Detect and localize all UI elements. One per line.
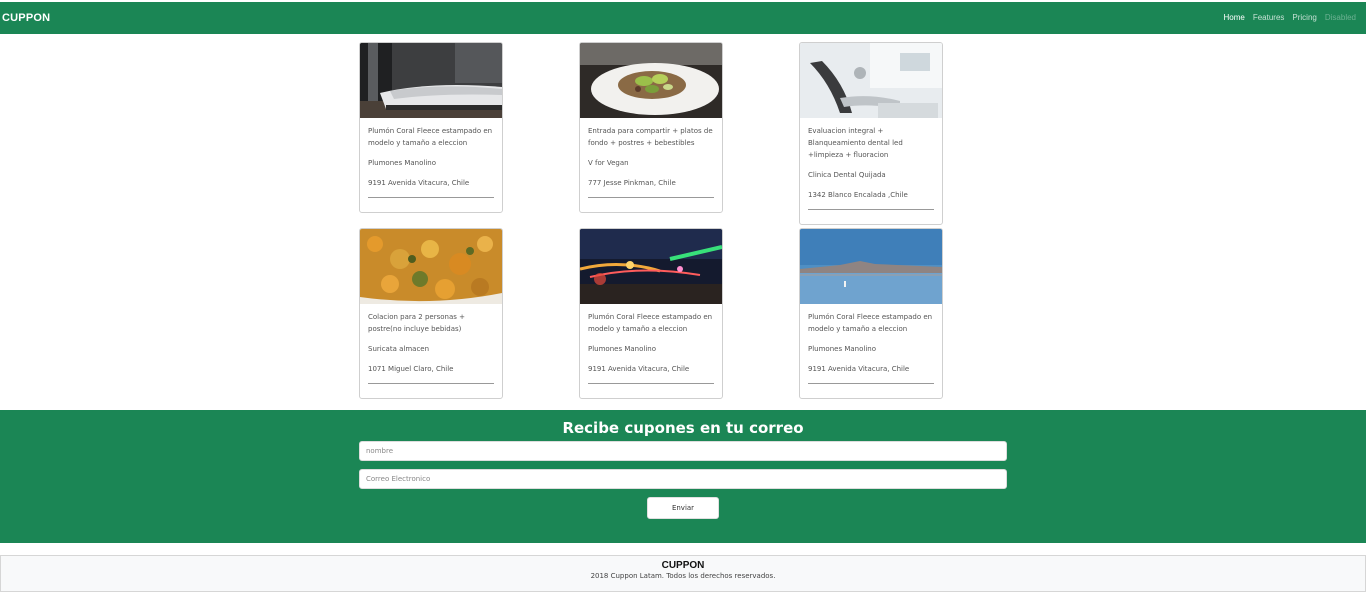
bedroom-photo: [360, 43, 502, 118]
card-title: Evaluacion integral + Blanqueamiento den…: [808, 127, 903, 159]
card-company: Plumones Manolino: [808, 345, 876, 353]
card-title: Entrada para compartir + platos de fondo…: [588, 127, 713, 147]
card-address: 9191 Avenida Vitacura, Chile: [588, 365, 690, 373]
submit-button[interactable]: Enviar: [647, 497, 719, 519]
card-address: 9191 Avenida Vitacura, Chile: [808, 365, 910, 373]
card-title: Plumón Coral Fleece estampado en modelo …: [368, 127, 493, 147]
card-divider: [808, 383, 934, 384]
newsletter-heading: Recibe cupones en tu correo: [562, 419, 804, 437]
nav-link-home[interactable]: Home: [1223, 13, 1244, 22]
card-title: Plumón Coral Fleece estampado en modelo …: [808, 313, 933, 333]
salad-plate-photo: [580, 43, 722, 118]
nav-link-disabled: Disabled: [1324, 13, 1356, 22]
night-carnival-photo: [580, 229, 722, 304]
footer: CUPPON 2018 Cuppon Latam. Todos los dere…: [0, 555, 1366, 592]
card-company: Clinica Dental Quijada: [808, 171, 886, 179]
coupon-card[interactable]: Plumón Coral Fleece estampado en modelo …: [359, 42, 503, 213]
card-company: Plumones Manolino: [588, 345, 656, 353]
navbar-brand[interactable]: CUPPON: [2, 12, 50, 24]
dental-chair-photo: [800, 43, 942, 118]
card-title: Colacion para 2 personas + postre(no inc…: [368, 313, 465, 333]
coupon-card[interactable]: Colacion para 2 personas + postre(no inc…: [359, 228, 503, 399]
card-divider: [808, 209, 934, 210]
nav-link-pricing[interactable]: Pricing: [1292, 13, 1316, 22]
footer-copyright: 2018 Cuppon Latam. Todos los derechos re…: [590, 572, 776, 580]
card-divider: [368, 197, 494, 198]
coupon-card[interactable]: Plumón Coral Fleece estampado en modelo …: [579, 228, 723, 399]
card-divider: [588, 197, 714, 198]
salt-lake-photo: [800, 229, 942, 304]
top-navbar: CUPPON Home Features Pricing Disabled: [0, 2, 1366, 34]
nav-link-features[interactable]: Features: [1253, 13, 1285, 22]
card-address: 9191 Avenida Vitacura, Chile: [368, 179, 470, 187]
footer-brand: CUPPON: [661, 560, 705, 571]
card-company: Plumones Manolino: [368, 159, 436, 167]
card-title: Plumón Coral Fleece estampado en modelo …: [588, 313, 713, 333]
card-address: 777 Jesse Pinkman, Chile: [588, 179, 676, 187]
coupon-card[interactable]: Evaluacion integral + Blanqueamiento den…: [799, 42, 943, 225]
card-address: 1342 Blanco Encalada ,Chile: [808, 191, 908, 199]
coupon-card[interactable]: Plumón Coral Fleece estampado en modelo …: [799, 228, 943, 399]
card-divider: [588, 383, 714, 384]
newsletter-section: Recibe cupones en tu correo Enviar: [0, 410, 1366, 543]
card-company: V for Vegan: [588, 159, 629, 167]
email-input[interactable]: [359, 469, 1007, 489]
card-divider: [368, 383, 494, 384]
stew-photo: [360, 229, 502, 304]
card-company: Suricata almacen: [368, 345, 430, 353]
nav-links: Home Features Pricing Disabled: [1223, 13, 1356, 22]
coupon-card[interactable]: Entrada para compartir + platos de fondo…: [579, 42, 723, 213]
card-address: 1071 Miguel Claro, Chile: [368, 365, 454, 373]
name-input[interactable]: [359, 441, 1007, 461]
